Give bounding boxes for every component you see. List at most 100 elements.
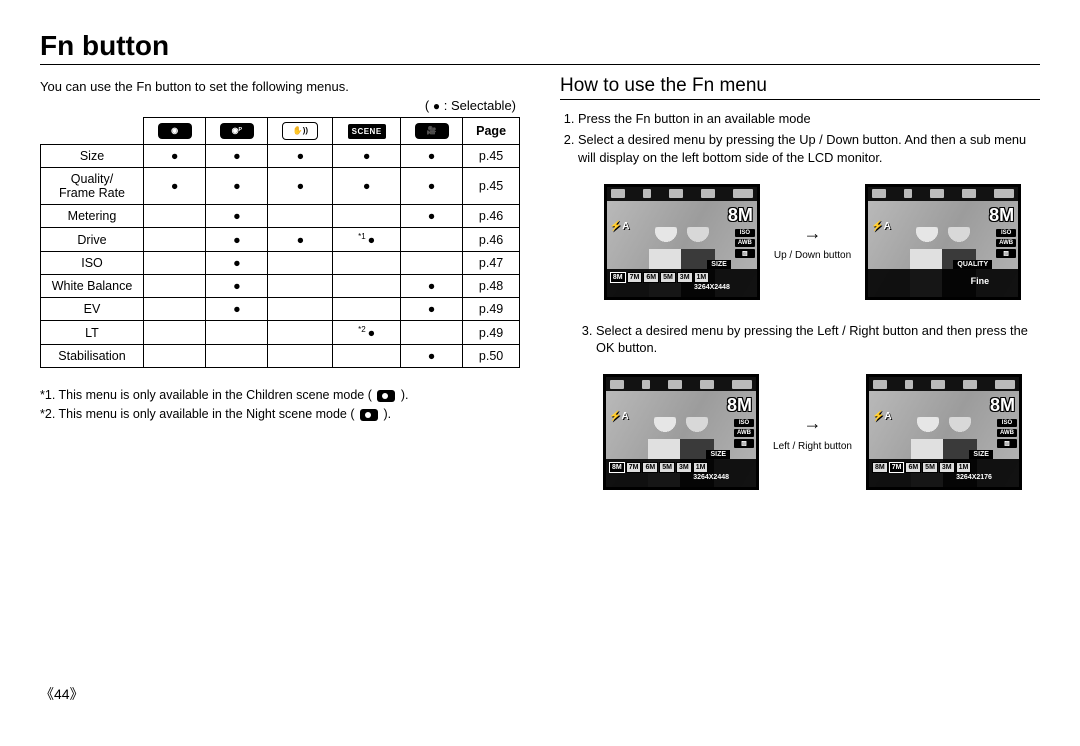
step-1: Press the Fn button in an available mode [578, 110, 1040, 127]
table-row: EV●●p.49 [41, 298, 520, 321]
footnotes: *1. This menu is only available in the C… [40, 386, 520, 424]
page-cell: p.45 [463, 168, 520, 205]
table-cell [144, 252, 206, 275]
page-cell: p.47 [463, 252, 520, 275]
table-row: Size●●●●●p.45 [41, 145, 520, 168]
step-2: Select a desired menu by pressing the Up… [578, 131, 1040, 166]
steps-list-2: Select a desired menu by pressing the Le… [578, 322, 1040, 357]
table-cell: ● [206, 145, 268, 168]
mode-movie-icon: 🎥 [400, 118, 462, 145]
table-cell: ● [206, 168, 268, 205]
table-cell: ● [206, 298, 268, 321]
table-cell: ● [400, 145, 462, 168]
table-cell [333, 298, 401, 321]
footnote-2: *2. This menu is only available in the N… [40, 405, 520, 424]
table-cell: ● [206, 205, 268, 228]
table-row: White Balance●●p.48 [41, 275, 520, 298]
table-cell [268, 252, 333, 275]
arrow-icon: → [774, 222, 851, 245]
table-cell: ● [400, 275, 462, 298]
table-cell [268, 275, 333, 298]
lcd-screenshot-size: 8M⚡AISOAWB▨SIZE8M7M6M5M3M1M3264X2448 [604, 184, 760, 300]
page-number: 《44》 [40, 684, 520, 704]
mode-dis-icon: ✋)) [268, 118, 333, 145]
table-cell: ● [333, 168, 401, 205]
table-cell [333, 275, 401, 298]
arrow-updown: → Up / Down button [774, 222, 851, 262]
children-scene-icon [377, 390, 395, 402]
menu-table: ◉ ◉ᴾ ✋)) SCENE 🎥 Page Size●●●●●p.45Quali… [40, 117, 520, 368]
mode-scene-icon: SCENE [333, 118, 401, 145]
table-row: Metering●●p.46 [41, 205, 520, 228]
right-column: How to use the Fn menu Press the Fn butt… [560, 75, 1040, 704]
table-cell [400, 252, 462, 275]
lcd-screenshot-size-3: 8M⚡AISOAWB▨SIZE8M7M6M5M3M1M3264X2176 [866, 374, 1022, 490]
table-cell [144, 228, 206, 252]
row-label: ISO [41, 252, 144, 275]
table-cell [144, 205, 206, 228]
footnote-1: *1. This menu is only available in the C… [40, 386, 520, 405]
table-cell [144, 298, 206, 321]
table-cell: ● [268, 228, 333, 252]
table-cell [144, 345, 206, 368]
table-cell: ● [400, 205, 462, 228]
table-cell: *1● [333, 228, 401, 252]
table-cell [400, 228, 462, 252]
table-row: LT *2● p.49 [41, 321, 520, 345]
title-rule [40, 64, 1040, 65]
screenshot-row-2: 8M⚡AISOAWB▨SIZE8M7M6M5M3M1M3264X2448 → L… [585, 374, 1040, 490]
table-cell [144, 321, 206, 345]
night-scene-icon [360, 409, 378, 421]
screenshot-row-1: 8M⚡AISOAWB▨SIZE8M7M6M5M3M1M3264X2448 → U… [585, 184, 1040, 300]
table-cell: ● [206, 228, 268, 252]
table-cell: *2● [333, 321, 401, 345]
table-cell: ● [206, 275, 268, 298]
table-cell [333, 252, 401, 275]
steps-list: Press the Fn button in an available mode… [560, 110, 1040, 166]
page-cell: p.46 [463, 228, 520, 252]
intro-text: You can use the Fn button to set the fol… [40, 79, 520, 94]
row-label: LT [41, 321, 144, 345]
table-cell [333, 345, 401, 368]
table-cell: ● [400, 345, 462, 368]
table-cell [144, 275, 206, 298]
page-cell: p.48 [463, 275, 520, 298]
page-cell: p.49 [463, 298, 520, 321]
page-title: Fn button [40, 30, 1040, 62]
row-label: EV [41, 298, 144, 321]
table-cell [268, 298, 333, 321]
page-cell: p.50 [463, 345, 520, 368]
page-cell: p.45 [463, 145, 520, 168]
table-cell [333, 205, 401, 228]
table-cell: ● [206, 252, 268, 275]
table-cell: ● [144, 168, 206, 205]
table-row: Quality/Frame Rate●●●●●p.45 [41, 168, 520, 205]
row-label: Size [41, 145, 144, 168]
arrow-icon: → [773, 412, 852, 435]
table-cell: ● [144, 145, 206, 168]
table-cell [268, 345, 333, 368]
row-label: White Balance [41, 275, 144, 298]
row-label: Drive [41, 228, 144, 252]
row-label: Quality/Frame Rate [41, 168, 144, 205]
page-cell: p.49 [463, 321, 520, 345]
arrow-leftright: → Left / Right button [773, 412, 852, 452]
page-cell: p.46 [463, 205, 520, 228]
row-label: Stabilisation [41, 345, 144, 368]
step-3: Select a desired menu by pressing the Le… [596, 322, 1040, 357]
table-cell: ● [268, 168, 333, 205]
table-row: Drive●●*1●p.46 [41, 228, 520, 252]
mode-program-icon: ◉ᴾ [206, 118, 268, 145]
table-cell: ● [333, 145, 401, 168]
page-header: Page [463, 118, 520, 145]
table-cell [268, 205, 333, 228]
table-row: Stabilisation ●p.50 [41, 345, 520, 368]
sub-rule [560, 99, 1040, 100]
lcd-screenshot-size-2: 8M⚡AISOAWB▨SIZE8M7M6M5M3M1M3264X2448 [603, 374, 759, 490]
legend: ( ● : Selectable) [40, 98, 520, 113]
subheading: How to use the Fn menu [560, 75, 1040, 97]
table-cell [400, 321, 462, 345]
table-cell [206, 321, 268, 345]
row-label: Metering [41, 205, 144, 228]
left-column: You can use the Fn button to set the fol… [40, 75, 520, 704]
